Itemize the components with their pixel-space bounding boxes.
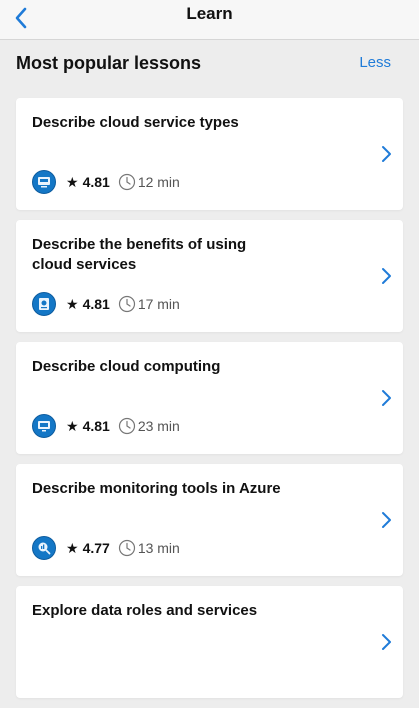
lesson-title: Describe cloud computing <box>32 358 221 375</box>
section-title: Most popular lessons <box>16 53 202 73</box>
star-icon: ★ <box>66 296 79 312</box>
chevron-right-icon <box>382 512 391 528</box>
star-icon: ★ <box>66 540 79 556</box>
lesson-rating: 4.77 <box>82 540 110 556</box>
page-title: Learn <box>186 4 233 23</box>
lesson-card[interactable]: Describe monitoring tools in Azure ★ 4.7… <box>16 464 403 576</box>
lesson-card[interactable]: Describe the benefits of using cloud ser… <box>16 220 403 332</box>
cloud-benefits-icon <box>32 292 56 316</box>
lesson-rating: 4.81 <box>82 174 110 190</box>
lesson-card[interactable]: Describe cloud service types ★ 4.81 12 m… <box>16 98 403 210</box>
lesson-duration: 13 min <box>137 540 180 556</box>
lesson-meta: ★ 4.81 17 min <box>32 292 180 316</box>
chevron-right-icon <box>382 390 391 406</box>
chevron-right-icon <box>382 634 391 650</box>
lesson-meta: ★ 4.77 13 min <box>32 536 180 560</box>
lesson-card[interactable]: Describe cloud computing ★ 4.81 23 min <box>16 342 403 454</box>
lesson-card[interactable]: Explore data roles and services <box>16 586 403 698</box>
lesson-rating: 4.81 <box>82 296 110 312</box>
less-button[interactable]: Less <box>359 54 391 72</box>
lesson-title: Describe monitoring tools in Azure <box>32 480 281 497</box>
lesson-title: Describe cloud service types <box>32 114 239 131</box>
navigation-bar: Learn <box>0 0 419 40</box>
lesson-duration: 17 min <box>137 296 180 312</box>
chevron-right-icon <box>382 268 391 284</box>
section-header: Most popular lessons Less <box>16 52 403 76</box>
lesson-list: Describe cloud service types ★ 4.81 12 m… <box>16 98 403 708</box>
star-icon: ★ <box>66 418 79 434</box>
lesson-title: Explore data roles and services <box>32 602 258 619</box>
lesson-duration: 23 min <box>137 418 180 434</box>
lesson-meta: ★ 4.81 12 min <box>32 170 180 194</box>
lesson-rating: 4.81 <box>82 418 110 434</box>
chevron-right-icon <box>382 146 391 162</box>
lesson-duration: 12 min <box>137 174 180 190</box>
cloud-service-icon <box>32 170 56 194</box>
star-icon: ★ <box>66 174 79 190</box>
lesson-meta: ★ 4.81 23 min <box>32 414 180 438</box>
clock-icon <box>118 295 136 313</box>
clock-icon <box>118 173 136 191</box>
lesson-title: Describe the benefits of using cloud ser… <box>32 236 247 273</box>
cloud-computing-icon <box>32 414 56 438</box>
monitoring-icon <box>32 536 56 560</box>
clock-icon <box>118 417 136 435</box>
clock-icon <box>118 539 136 557</box>
